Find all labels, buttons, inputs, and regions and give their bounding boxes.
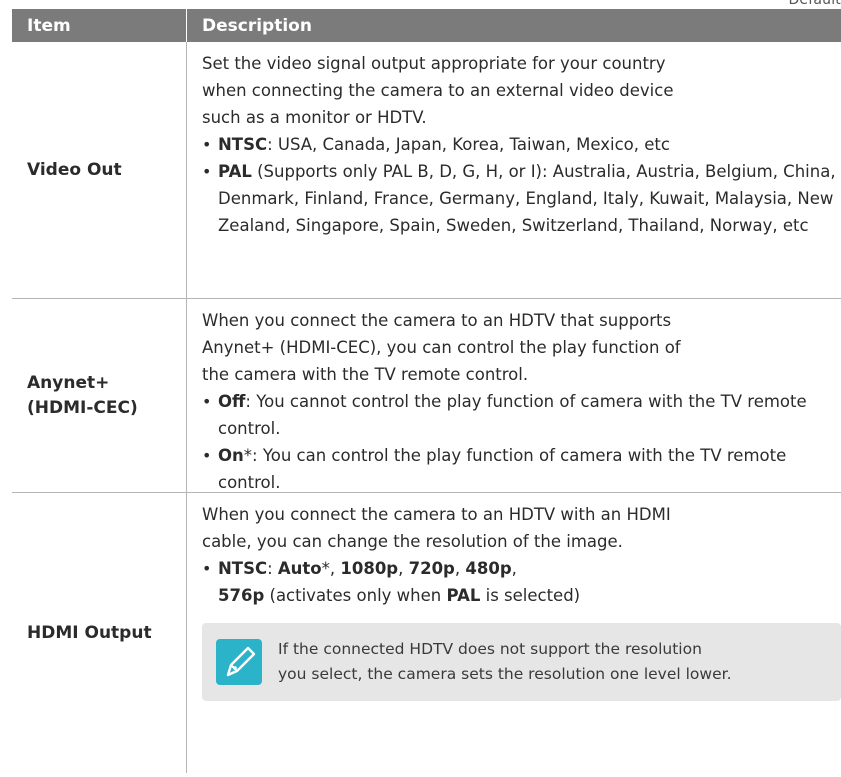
list-item: PAL (Supports only PAL B, D, G, H, or I)… xyxy=(202,158,841,239)
list-item: NTSC: USA, Canada, Japan, Korea, Taiwan,… xyxy=(202,131,841,158)
row-item-video-out: Video Out xyxy=(12,42,187,298)
option-list: NTSC: USA, Canada, Japan, Korea, Taiwan,… xyxy=(202,131,841,239)
option-list: NTSC: Auto*, 1080p, 720p, 480p,576p (act… xyxy=(202,555,841,609)
settings-table: Item Description Video Out Set the video… xyxy=(12,9,841,773)
option-list: Off: You cannot control the play functio… xyxy=(202,388,841,496)
row-item-hdmi-output: HDMI Output xyxy=(12,493,187,773)
description-text: When you connect the camera to an HDTV w… xyxy=(202,505,671,551)
list-item: NTSC: Auto*, 1080p, 720p, 480p,576p (act… xyxy=(202,555,841,609)
row-description: Set the video signal output appropriate … xyxy=(187,42,841,298)
table-header: Item Description xyxy=(12,9,841,42)
description-text: Set the video signal output appropriate … xyxy=(202,54,674,127)
header-description: Description xyxy=(202,15,312,36)
table-row: Video Out Set the video signal output ap… xyxy=(12,42,841,299)
list-item: Off: You cannot control the play functio… xyxy=(202,388,841,442)
row-description: When you connect the camera to an HDTV t… xyxy=(187,299,841,492)
note-text: If the connected HDTV does not support t… xyxy=(278,640,732,683)
row-item-anynet: Anynet+ (HDMI-CEC) xyxy=(12,299,187,492)
page-corner-label: Default xyxy=(788,0,841,8)
description-text: When you connect the camera to an HDTV t… xyxy=(202,311,681,384)
table-row: HDMI Output When you connect the camera … xyxy=(12,493,841,773)
pencil-note-icon xyxy=(216,639,262,685)
list-item: On*: You can control the play function o… xyxy=(202,442,841,496)
table-row: Anynet+ (HDMI-CEC) When you connect the … xyxy=(12,299,841,493)
header-item: Item xyxy=(12,9,187,42)
note-box: If the connected HDTV does not support t… xyxy=(202,623,841,701)
row-description: When you connect the camera to an HDTV w… xyxy=(187,493,841,773)
